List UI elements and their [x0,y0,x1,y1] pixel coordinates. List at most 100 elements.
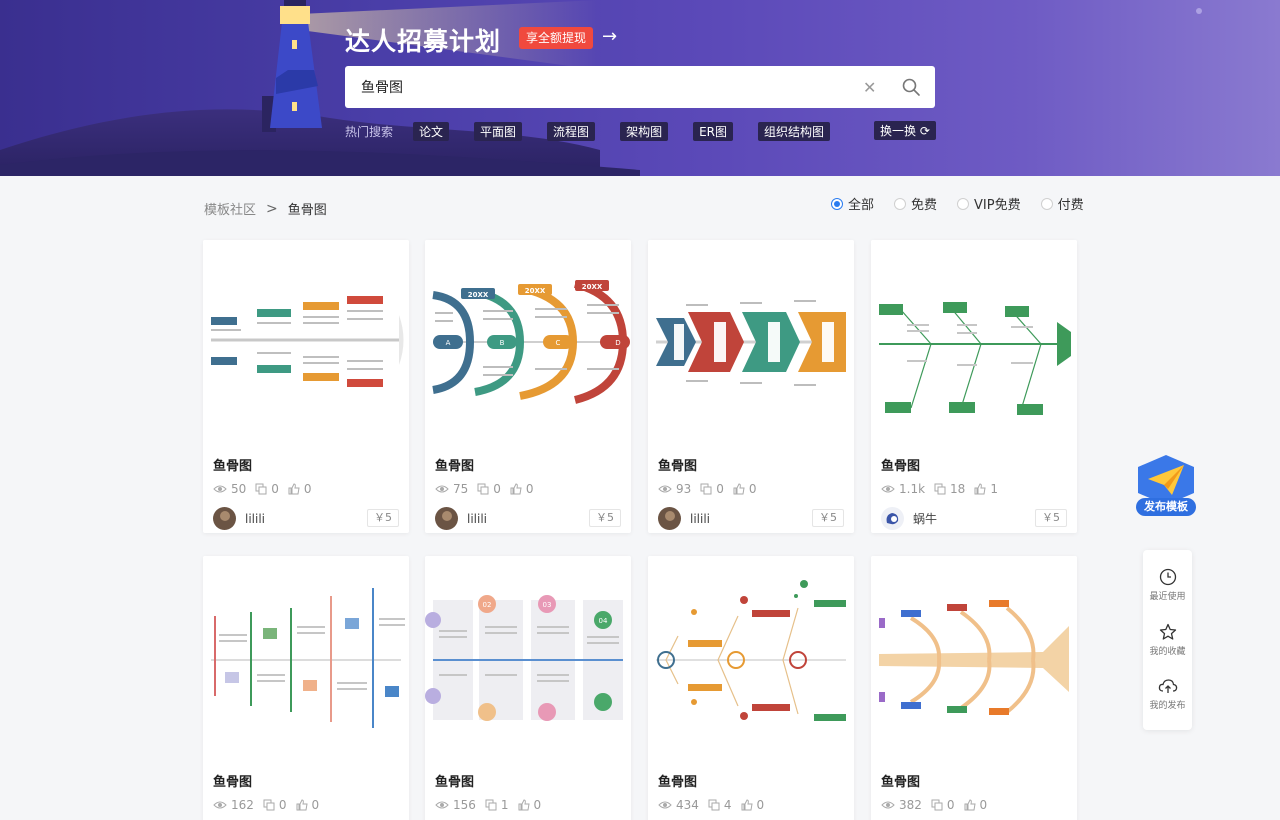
filter-label: 全部 [848,198,875,213]
thumb-label: A [446,339,451,347]
copy-icon [263,799,275,811]
price-tag: ￥5 [589,509,621,527]
publish-template-button[interactable]: 发布模板 [1134,455,1198,519]
price-tag: ￥5 [367,509,399,527]
chevron-right-icon: > [266,200,278,217]
view-count: 382 [899,798,922,812]
filter-vip-free[interactable]: VIP免费 [957,194,1021,213]
card-stats: 156 1 0 [435,798,550,812]
card-title: 鱼骨图 [213,775,253,790]
radio-icon [957,197,970,210]
eye-icon [435,485,449,493]
thumb-label: 20XX [468,291,489,299]
card-thumbnail [203,240,409,440]
template-card[interactable]: 鱼骨图 1.1k 18 1 蜗牛 ￥5 [871,240,1077,533]
clear-icon[interactable]: ✕ [863,78,876,97]
hot-tag-floorplan[interactable]: 平面图 [474,121,523,141]
hot-tag-er[interactable]: ER图 [693,121,733,141]
like-count: 0 [525,482,534,496]
radio-icon [1040,197,1053,210]
thumb-label: 03 [543,601,552,609]
copy-count: 0 [278,798,287,812]
published-label: 我的发布 [1149,701,1186,711]
filter-paid[interactable]: 付费 [1040,194,1084,213]
filter-free[interactable]: 免费 [894,194,937,213]
card-stats: 382 0 0 [881,798,996,812]
card-thumbnail: 20XX 20XX 20XX A B C D [425,240,631,440]
hot-tag-flowchart[interactable]: 流程图 [547,121,596,141]
like-icon [733,483,745,495]
view-count: 434 [676,798,699,812]
template-card[interactable]: 鱼骨图 50 0 0 lilili ￥5 [203,240,409,533]
like-icon [518,799,530,811]
copy-count: 0 [493,482,501,496]
thumb-label: 02 [483,601,492,609]
publish-label: 发布模板 [1136,498,1196,516]
card-title: 鱼骨图 [658,775,698,790]
breadcrumb-root[interactable]: 模板社区 [204,199,256,218]
eye-icon [435,801,449,809]
author-name: lilili [245,511,266,526]
template-card[interactable]: 鱼骨图 434 4 0 [648,556,854,820]
author-name: lilili [467,511,488,526]
copy-icon [485,799,497,811]
view-count: 93 [676,482,692,496]
view-count: 50 [231,482,247,496]
like-count: 1 [990,482,998,496]
cloud-upload-icon [1158,679,1177,693]
template-card[interactable]: 鱼骨图 162 0 0 [203,556,409,820]
my-favorites-button[interactable]: 我的收藏 [1143,623,1192,657]
breadcrumb-current: 鱼骨图 [287,203,327,218]
card-stats: 162 0 0 [213,798,328,812]
template-card[interactable]: 02 03 04 鱼骨图 156 1 0 [425,556,631,820]
star-icon [1159,623,1176,640]
hot-search-bar: 热门搜索 论文 平面图 流程图 架构图 ER图 组织结构图 [345,121,855,141]
search-icon[interactable] [901,77,921,97]
arrow-right-icon[interactable]: → [602,26,617,47]
avatar [881,507,904,530]
hot-tag-architecture[interactable]: 架构图 [620,121,669,141]
filter-label: 付费 [1057,198,1084,213]
copy-count: 1 [500,798,509,812]
card-stats: 93 0 0 [658,482,766,496]
card-author[interactable]: lilili [213,507,265,530]
cash-badge[interactable]: 享全额提现 [519,27,594,49]
card-thumbnail [203,556,409,756]
template-card[interactable]: 鱼骨图 382 0 0 [871,556,1077,820]
view-count: 156 [453,798,476,812]
copy-count: 4 [723,798,732,812]
swap-button[interactable]: 换一换 ⟳ [874,121,936,140]
copy-count: 0 [271,482,279,496]
hot-tag-paper[interactable]: 论文 [413,121,450,141]
template-card[interactable]: 鱼骨图 93 0 0 lilili ￥5 [648,240,854,533]
copy-count: 0 [716,482,724,496]
thumb-label: 20XX [582,283,603,291]
recent-used-button[interactable]: 最近使用 [1143,568,1192,602]
card-author[interactable]: lilili [658,507,710,530]
filter-all[interactable]: 全部 [831,194,874,213]
view-count: 1.1k [899,482,926,496]
card-title: 鱼骨图 [435,775,475,790]
card-thumbnail: 02 03 04 [425,556,631,756]
template-card[interactable]: 20XX 20XX 20XX A B C D 鱼骨图 75 0 0 lilili… [425,240,631,533]
card-thumbnail [648,240,854,440]
breadcrumb: 模板社区 > 鱼骨图 [204,199,327,219]
favorites-label: 我的收藏 [1149,647,1186,657]
side-toolbar: 最近使用 我的收藏 我的发布 [1143,550,1192,730]
author-name: lilili [690,511,711,526]
my-published-button[interactable]: 我的发布 [1143,677,1192,711]
search-input[interactable] [361,66,841,108]
avatar [213,507,236,530]
card-author[interactable]: 蜗牛 [881,507,937,530]
like-icon [288,483,300,495]
card-author[interactable]: lilili [435,507,487,530]
price-filter: 全部 免费 VIP免费 付费 [831,194,1084,213]
thumb-label: B [500,339,505,347]
hot-tag-org[interactable]: 组织结构图 [758,121,831,141]
copy-icon [255,483,267,495]
eye-icon [213,485,227,493]
clock-icon [1159,568,1176,586]
price-tag: ￥5 [812,509,844,527]
card-stats: 75 0 0 [435,482,543,496]
avatar [658,507,681,530]
